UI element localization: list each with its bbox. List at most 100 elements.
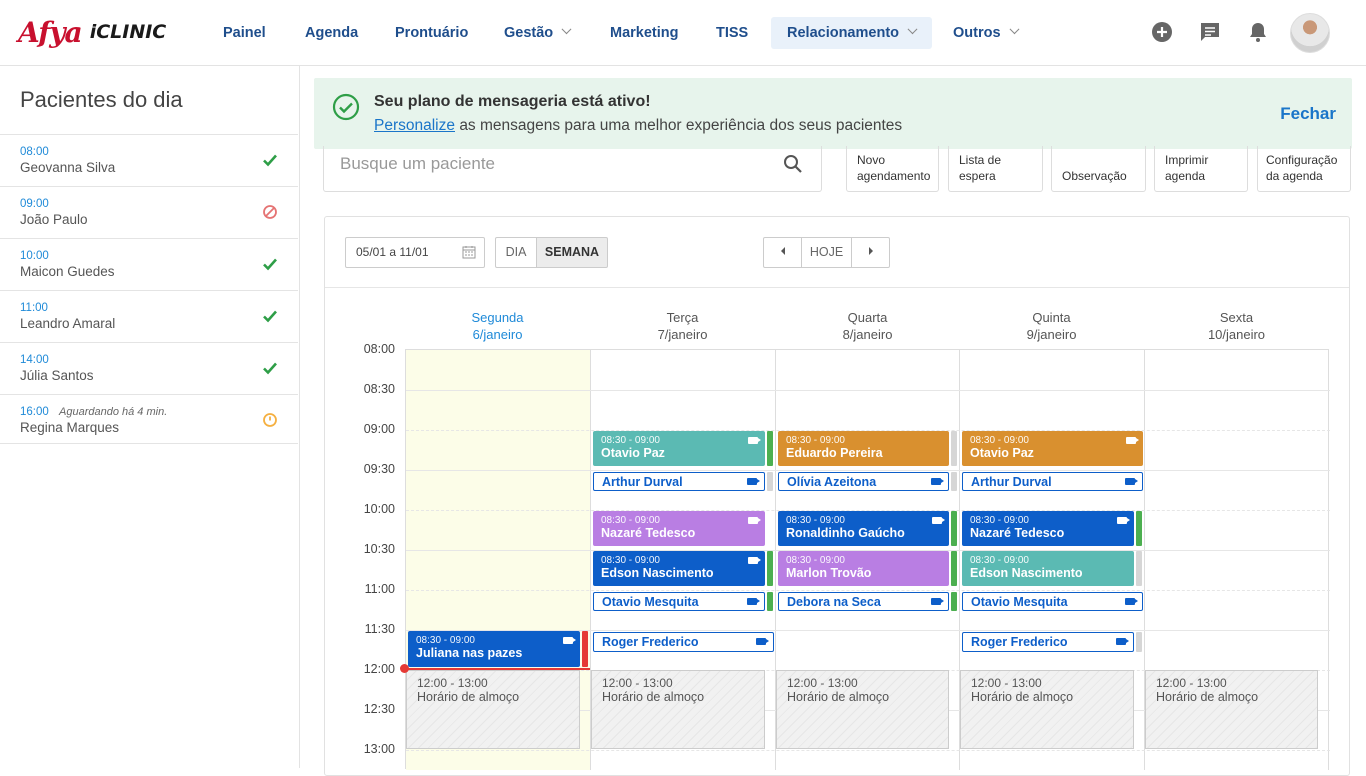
day-header-tuesday[interactable]: Terça 7/janeiro bbox=[590, 309, 775, 343]
day-header-wednesday[interactable]: Quarta 8/janeiro bbox=[775, 309, 960, 343]
personalize-link[interactable]: Personalize bbox=[374, 117, 455, 134]
appointment-card[interactable]: Arthur Durval bbox=[593, 472, 765, 491]
nav-gestao[interactable]: Gestão bbox=[488, 17, 586, 49]
day-name: Quarta bbox=[847, 310, 888, 325]
patients-sidebar: Pacientes do dia 08:00 Geovanna Silva 09… bbox=[0, 66, 300, 768]
chat-icon[interactable] bbox=[1199, 21, 1221, 43]
nav-tiss[interactable]: TISS bbox=[700, 17, 764, 49]
status-bar bbox=[951, 431, 957, 466]
banner-text: as mensagens para uma melhor experiência… bbox=[459, 117, 903, 134]
appointment-card[interactable]: Olívia Azeitona bbox=[778, 472, 949, 491]
patient-item[interactable]: 08:00 Geovanna Silva bbox=[0, 134, 298, 184]
lunch-block[interactable]: 12:00 - 13:00 Horário de almoço bbox=[960, 670, 1134, 749]
patient-time: 09:00 bbox=[20, 198, 49, 210]
appointment-patient: Otavio Paz bbox=[970, 446, 1034, 460]
appointment-card[interactable]: Otavio Mesquita bbox=[962, 592, 1143, 611]
view-day-button[interactable]: DIA bbox=[495, 237, 537, 268]
appointment-card[interactable]: 08:30 - 09:00 Juliana nas pazes bbox=[408, 631, 580, 667]
lunch-label: Horário de almoço bbox=[602, 690, 705, 704]
note-button[interactable]: Observação bbox=[1051, 146, 1146, 192]
appointment-card[interactable]: Otavio Mesquita bbox=[593, 592, 765, 611]
search-icon[interactable] bbox=[783, 154, 803, 174]
nav-outros[interactable]: Outros bbox=[937, 17, 1034, 49]
hour-label: 13:00 bbox=[363, 742, 395, 756]
day-header-friday[interactable]: Sexta 10/janeiro bbox=[1144, 309, 1329, 343]
hour-label: 11:00 bbox=[364, 582, 395, 596]
view-week-button[interactable]: SEMANA bbox=[536, 237, 608, 268]
appointment-card[interactable]: 08:30 - 09:00 Marlon Trovão bbox=[778, 551, 949, 586]
bell-icon[interactable] bbox=[1247, 21, 1269, 43]
day-date: 10/janeiro bbox=[1207, 327, 1266, 342]
patient-item[interactable]: 09:00 João Paulo bbox=[0, 186, 298, 236]
appointment-card[interactable]: Debora na Seca bbox=[778, 592, 949, 611]
appointment-time: 08:30 - 09:00 bbox=[786, 435, 845, 446]
patient-item[interactable]: 14:00 Júlia Santos bbox=[0, 342, 298, 392]
patient-name: Maicon Guedes bbox=[20, 264, 115, 279]
appointment-card[interactable]: 08:30 - 09:00 Otavio Paz bbox=[593, 431, 765, 466]
lunch-block[interactable]: 12:00 - 13:00 Horário de almoço bbox=[591, 670, 765, 749]
appointment-card[interactable]: 08:30 - 09:00 Otavio Paz bbox=[962, 431, 1143, 466]
video-icon bbox=[747, 478, 760, 485]
banner-description: Personalize as mensagens para uma melhor… bbox=[374, 117, 902, 135]
chevron-down-icon bbox=[1009, 24, 1019, 35]
appointment-card[interactable]: 08:30 - 09:00 Edson Nascimento bbox=[962, 551, 1134, 586]
next-week-button[interactable] bbox=[851, 237, 890, 268]
appointment-time: 08:30 - 09:00 bbox=[601, 515, 660, 526]
nav-relacionamento[interactable]: Relacionamento bbox=[771, 17, 932, 49]
patient-name: João Paulo bbox=[20, 212, 88, 227]
nav-marketing[interactable]: Marketing bbox=[594, 17, 695, 49]
lunch-time: 12:00 - 13:00 bbox=[971, 676, 1042, 690]
appointment-patient: Otavio Paz bbox=[601, 446, 665, 460]
print-agenda-button[interactable]: Imprimir agenda bbox=[1154, 146, 1248, 192]
nav-prontuario[interactable]: Prontuário bbox=[379, 17, 484, 49]
appointment-card[interactable]: Roger Frederico bbox=[962, 632, 1134, 652]
date-range-picker[interactable]: 05/01 a 11/01 bbox=[345, 237, 485, 268]
close-banner-button[interactable]: Fechar bbox=[1280, 104, 1336, 124]
appointment-card[interactable]: 08:30 - 09:00 Edson Nascimento bbox=[593, 551, 765, 586]
video-icon bbox=[932, 517, 945, 524]
lunch-block[interactable]: 12:00 - 13:00 Horário de almoço bbox=[776, 670, 949, 749]
current-time-dot bbox=[400, 664, 409, 673]
day-date: 8/janeiro bbox=[842, 327, 893, 342]
check-icon bbox=[263, 154, 277, 167]
status-bar bbox=[1136, 551, 1142, 586]
appointment-card[interactable]: 08:30 - 09:00 Eduardo Pereira bbox=[778, 431, 949, 466]
patient-item[interactable]: 16:00 Aguardando há 4 min. Regina Marque… bbox=[0, 394, 298, 444]
note-label: Observação bbox=[1062, 169, 1127, 183]
grid-line bbox=[406, 390, 1330, 391]
patient-item[interactable]: 11:00 Leandro Amaral bbox=[0, 290, 298, 340]
hour-label: 09:00 bbox=[363, 422, 395, 436]
agenda-config-button[interactable]: Configuração da agenda bbox=[1257, 146, 1351, 192]
chevron-down-icon bbox=[907, 24, 918, 35]
day-header-thursday[interactable]: Quinta 9/janeiro bbox=[959, 309, 1144, 343]
logo-iclinic: iCLINIC bbox=[89, 21, 167, 43]
nav-painel[interactable]: Painel bbox=[207, 17, 282, 49]
add-circle-icon[interactable] bbox=[1151, 21, 1173, 43]
appointment-card[interactable]: 08:30 - 09:00 Nazaré Tedesco bbox=[593, 511, 765, 546]
day-header-monday[interactable]: Segunda 6/janeiro bbox=[405, 309, 590, 343]
hour-label: 12:00 bbox=[363, 662, 395, 676]
user-avatar[interactable] bbox=[1290, 13, 1330, 53]
waitlist-button[interactable]: Lista de espera bbox=[948, 146, 1043, 192]
patient-item[interactable]: 10:00 Maicon Guedes bbox=[0, 238, 298, 288]
new-appointment-button[interactable]: Novo agendamento bbox=[846, 146, 939, 192]
lunch-block[interactable]: 12:00 - 13:00 Horário de almoço bbox=[406, 670, 580, 749]
afya-iclinic-logo[interactable]: Afya iCLINIC bbox=[18, 14, 166, 50]
appointment-card[interactable]: Arthur Durval bbox=[962, 472, 1143, 491]
patient-search-input[interactable]: Busque um paciente bbox=[323, 146, 822, 192]
hour-label: 08:30 bbox=[363, 382, 395, 396]
today-button[interactable]: HOJE bbox=[801, 237, 852, 268]
lunch-block[interactable]: 12:00 - 13:00 Horário de almoço bbox=[1145, 670, 1318, 749]
appointment-card[interactable]: 08:30 - 09:00 Ronaldinho Gaúcho bbox=[778, 511, 949, 546]
patient-time: 10:00 bbox=[20, 250, 49, 262]
day-date: 7/janeiro bbox=[657, 327, 708, 342]
lunch-time: 12:00 - 13:00 bbox=[787, 676, 858, 690]
nav-relacionamento-label: Relacionamento bbox=[787, 25, 899, 41]
appointment-card[interactable]: Roger Frederico bbox=[593, 632, 774, 652]
nav-agenda[interactable]: Agenda bbox=[289, 17, 374, 49]
chevron-down-icon bbox=[561, 24, 572, 35]
appointment-card[interactable]: 08:30 - 09:00 Nazaré Tedesco bbox=[962, 511, 1134, 546]
check-icon bbox=[263, 362, 277, 375]
new-appointment-line2: agendamento bbox=[857, 169, 931, 183]
previous-week-button[interactable] bbox=[763, 237, 802, 268]
